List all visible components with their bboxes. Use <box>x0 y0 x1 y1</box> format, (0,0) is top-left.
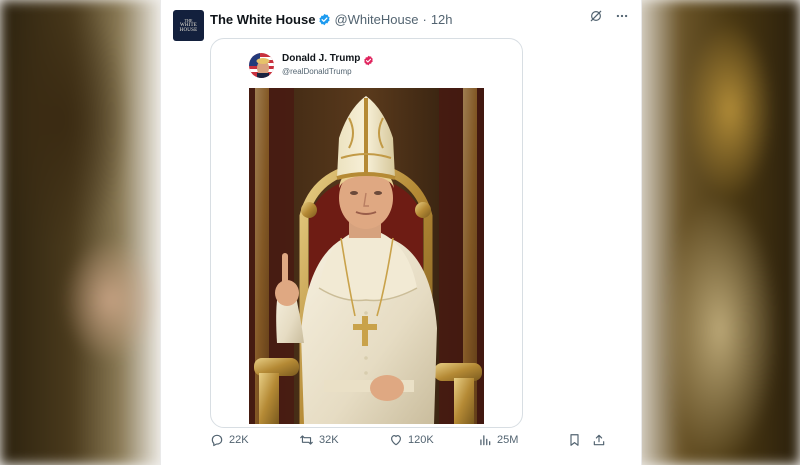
tweet-card[interactable]: THE WHITE HOUSE The White House @WhiteHo… <box>160 0 642 465</box>
bookmark-icon <box>568 433 581 447</box>
quoted-post[interactable]: Donald J. Trump @realDonaldTrump <box>210 38 523 428</box>
author-name[interactable]: The White House <box>210 12 315 27</box>
quoted-author-avatar[interactable] <box>249 53 274 78</box>
tweet-top-actions <box>589 9 629 23</box>
like-button[interactable]: 120K <box>389 433 434 447</box>
action-bar: 22K 32K 120K 25M <box>210 433 634 453</box>
reply-count: 22K <box>229 434 249 446</box>
author-handle[interactable]: @WhiteHouse <box>334 12 418 27</box>
background-left <box>0 0 160 465</box>
views-button[interactable]: 25M <box>478 433 518 447</box>
verified-badge-icon <box>318 13 331 26</box>
author-avatar[interactable]: THE WHITE HOUSE <box>173 10 204 41</box>
like-count: 120K <box>408 434 434 446</box>
separator-dot: · <box>422 11 427 27</box>
heart-icon <box>389 433 403 447</box>
more-icon[interactable] <box>615 9 629 23</box>
post-image[interactable] <box>249 88 484 424</box>
repost-button[interactable]: 32K <box>299 433 339 447</box>
timestamp[interactable]: 12h <box>431 12 453 27</box>
share-icon <box>592 433 606 447</box>
background-right <box>630 0 800 465</box>
quoted-author-handle[interactable]: @realDonaldTrump <box>282 67 352 76</box>
views-icon <box>478 433 492 447</box>
quoted-name-row: Donald J. Trump <box>282 53 374 66</box>
share-button[interactable] <box>592 433 606 447</box>
views-count: 25M <box>497 434 519 446</box>
reply-icon <box>210 433 224 447</box>
verified-badge-icon <box>363 53 374 66</box>
avatar-text-line: HOUSE <box>179 27 198 33</box>
tweet-header: The White House @WhiteHouse · 12h <box>210 10 453 28</box>
grok-icon[interactable] <box>589 9 603 23</box>
quoted-author-name[interactable]: Donald J. Trump <box>282 53 360 64</box>
repost-icon <box>299 433 314 447</box>
reply-button[interactable]: 22K <box>210 433 249 447</box>
repost-count: 32K <box>319 434 339 446</box>
bookmark-button[interactable] <box>568 433 581 447</box>
